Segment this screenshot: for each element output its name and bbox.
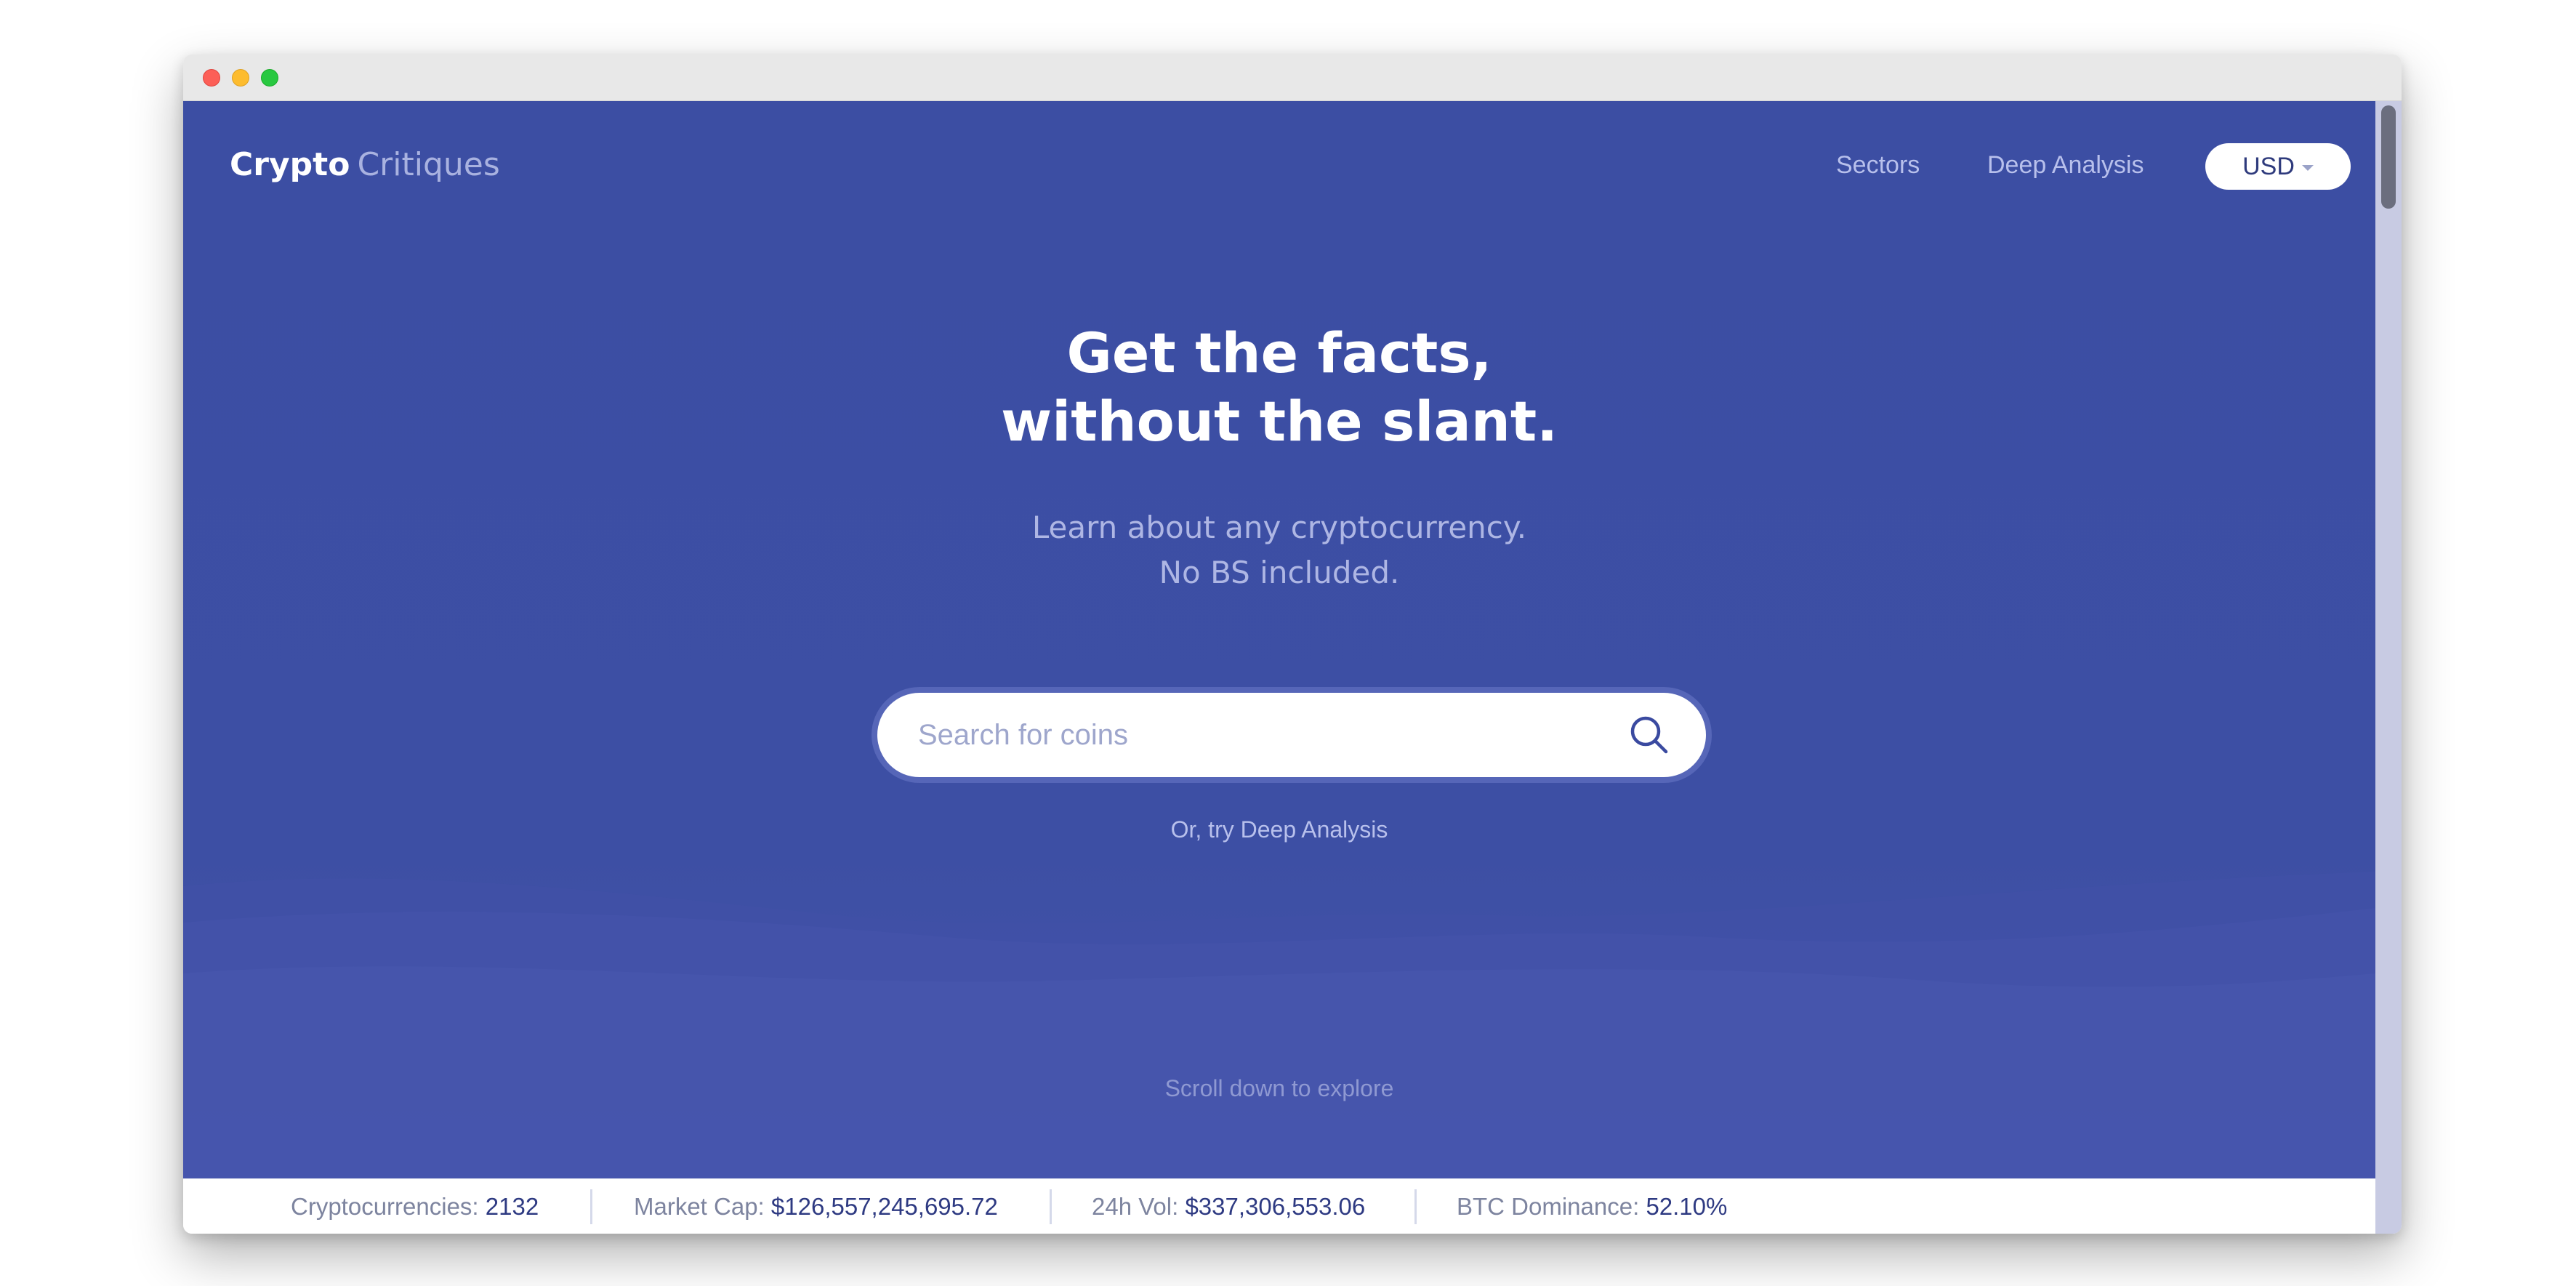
logo-primary: Crypto [230, 146, 350, 183]
stat-label: Market Cap: [634, 1193, 765, 1220]
stat-divider [590, 1189, 592, 1224]
stat-cryptocurrencies: Cryptocurrencies: 2132 [291, 1179, 539, 1234]
hero-subheading: Learn about any cryptocurrency. No BS in… [183, 505, 2375, 595]
vertical-scrollbar[interactable] [2375, 101, 2402, 1234]
page-viewport: Crypto Critiques Sectors Deep Analysis US… [183, 101, 2375, 1234]
nav-link-deep-analysis[interactable]: Deep Analysis [1987, 148, 2144, 182]
scrollbar-thumb[interactable] [2381, 105, 2396, 209]
stat-value: 52.10% [1646, 1193, 1728, 1220]
currency-select[interactable]: USD [2205, 143, 2351, 190]
scroll-hint: Scroll down to explore [1164, 1075, 1394, 1101]
stat-divider [1414, 1189, 1417, 1224]
stat-value: $337,306,553.06 [1185, 1193, 1366, 1220]
chevron-down-icon [2301, 165, 2314, 171]
minimize-window-button[interactable] [232, 69, 249, 87]
wave-decoration [183, 872, 2375, 1178]
hero-section: Crypto Critiques Sectors Deep Analysis US… [183, 101, 2375, 1178]
stat-value: 2132 [485, 1193, 539, 1220]
stat-label: BTC Dominance: [1457, 1193, 1640, 1220]
search-input[interactable] [877, 693, 1626, 777]
currency-value: USD [2242, 152, 2295, 180]
stat-24h-volume: 24h Vol: $337,306,553.06 [1092, 1179, 1365, 1234]
search-bar [877, 693, 1706, 777]
logo-secondary: Critiques [357, 146, 500, 183]
site-logo[interactable]: Crypto Critiques [230, 145, 500, 185]
hero-headline: Get the facts, without the slant. [183, 319, 2375, 456]
market-stats-bar: Cryptocurrencies: 2132 Market Cap: $126,… [183, 1178, 2375, 1234]
window-titlebar [183, 55, 2402, 101]
stat-btc-dominance: BTC Dominance: 52.10% [1457, 1179, 1727, 1234]
stat-value: $126,557,245,695.72 [770, 1193, 998, 1220]
close-window-button[interactable] [203, 69, 220, 87]
maximize-window-button[interactable] [261, 69, 278, 87]
stat-label: 24h Vol: [1092, 1193, 1179, 1220]
headline-line-2: without the slant. [1000, 389, 1558, 454]
browser-window: Crypto Critiques Sectors Deep Analysis US… [183, 55, 2402, 1234]
headline-line-1: Get the facts, [1066, 321, 1492, 385]
subhead-line-2: No BS included. [1159, 555, 1400, 590]
deep-analysis-alt-link-wrapper: Or, try Deep Analysis [183, 813, 2375, 845]
stat-market-cap: Market Cap: $126,557,245,695.72 [634, 1179, 998, 1234]
stat-label: Cryptocurrencies: [291, 1193, 479, 1220]
stat-divider [1050, 1189, 1052, 1224]
deep-analysis-alt-link[interactable]: Or, try Deep Analysis [1171, 816, 1388, 843]
nav-link-sectors[interactable]: Sectors [1836, 148, 1920, 182]
subhead-line-1: Learn about any cryptocurrency. [1031, 510, 1527, 545]
search-icon[interactable] [1626, 712, 1673, 758]
